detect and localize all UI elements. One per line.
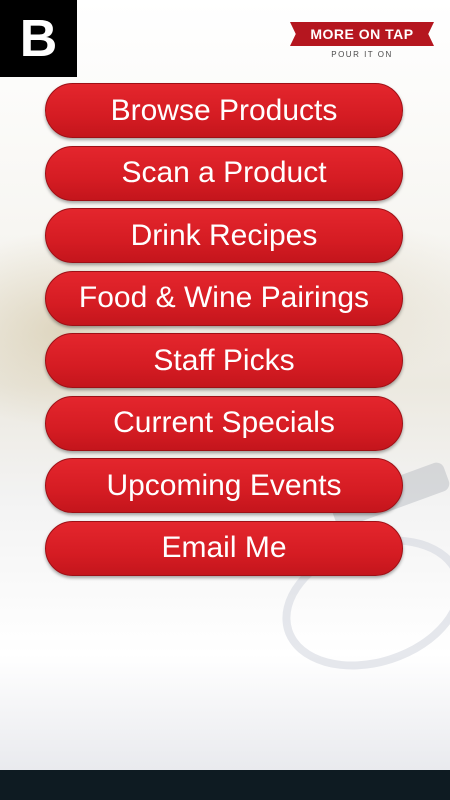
- logo-banner: MORE ON TAP: [290, 22, 434, 46]
- logo-tagline: POUR IT ON: [331, 50, 393, 59]
- food-wine-pairings-label: Food & Wine Pairings: [78, 281, 370, 314]
- main-menu: Browse Products Scan a Product Drink Rec…: [45, 83, 405, 583]
- current-specials-button[interactable]: Current Specials: [45, 395, 403, 451]
- more-on-tap-logo: MORE ON TAP POUR IT ON: [286, 18, 438, 62]
- brand-badge[interactable]: B: [0, 0, 77, 77]
- current-specials-label: Current Specials: [113, 406, 335, 439]
- upcoming-events-label: Upcoming Events: [106, 468, 342, 502]
- bottom-navigation-bar: [0, 770, 450, 800]
- upcoming-events-button[interactable]: Upcoming Events: [45, 458, 403, 513]
- staff-picks-label: Staff Picks: [153, 343, 295, 377]
- browse-products-label: Browse Products: [110, 93, 338, 127]
- drink-recipes-label: Drink Recipes: [130, 218, 318, 252]
- scan-a-product-button[interactable]: Scan a Product: [45, 145, 403, 201]
- email-me-button[interactable]: Email Me: [45, 520, 403, 576]
- browse-products-button[interactable]: Browse Products: [45, 83, 403, 138]
- staff-picks-button[interactable]: Staff Picks: [45, 333, 403, 388]
- brand-badge-letter: B: [19, 9, 58, 68]
- food-wine-pairings-button[interactable]: Food & Wine Pairings: [45, 270, 403, 326]
- drink-recipes-button[interactable]: Drink Recipes: [45, 208, 403, 263]
- email-me-label: Email Me: [161, 531, 287, 564]
- scan-a-product-label: Scan a Product: [121, 156, 327, 189]
- logo-title: MORE ON TAP: [310, 26, 414, 42]
